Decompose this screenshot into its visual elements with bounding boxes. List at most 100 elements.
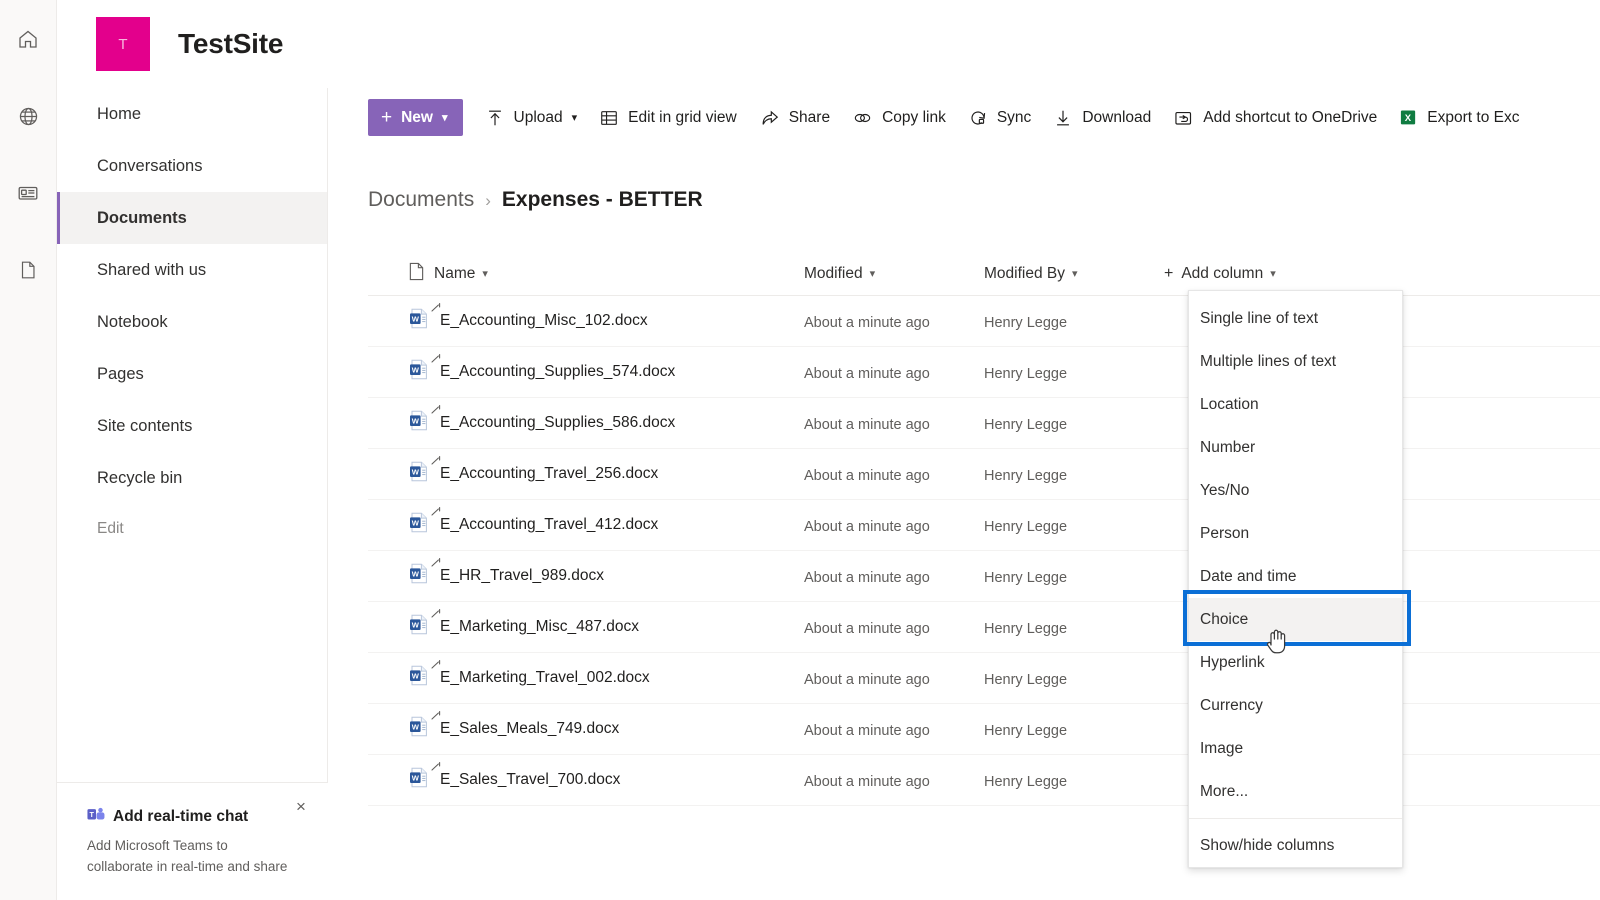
command-bar: + New ▾ Upload ▾ Edit in grid view Share Cop… — [328, 88, 1600, 148]
menu-item-yes-no[interactable]: Yes/No — [1189, 469, 1402, 512]
command-export-to-exc[interactable]: X Export to Exc — [1388, 98, 1530, 138]
excel-icon: X — [1399, 108, 1418, 127]
file-type-cell: W — [368, 511, 434, 539]
table-row[interactable]: W E_Accounting_Travel_412.docx About a min… — [368, 500, 1600, 551]
column-header-modified[interactable]: Modified ▾ — [804, 265, 984, 283]
nav-edit-link[interactable]: Edit — [57, 504, 327, 554]
rail-globe-button[interactable] — [4, 87, 52, 145]
app-rail — [0, 0, 57, 900]
link-icon — [852, 108, 873, 128]
promo-body: Add Microsoft Teams to collaborate in re… — [87, 838, 288, 874]
table-row[interactable]: W E_HR_Travel_989.docx About a minute ago H… — [368, 551, 1600, 602]
menu-item-hyperlink[interactable]: Hyperlink — [1189, 641, 1402, 684]
modified-cell: About a minute ago — [804, 620, 930, 637]
breadcrumb-parent[interactable]: Documents — [368, 188, 474, 212]
chevron-down-icon: ▾ — [869, 268, 876, 280]
table-row[interactable]: W E_Marketing_Misc_487.docx About a minute… — [368, 602, 1600, 653]
table-row[interactable]: W E_Accounting_Supplies_586.docx About a m… — [368, 398, 1600, 449]
column-header-modified-by-label: Modified By — [984, 264, 1065, 282]
sidebar-item-notebook[interactable]: Notebook — [57, 296, 327, 348]
menu-item-show-hide-columns[interactable]: Show/hide columns — [1189, 824, 1402, 867]
sidebar-item-shared-with-us[interactable]: Shared with us — [57, 244, 327, 296]
file-name-cell[interactable]: E_Sales_Travel_700.docx — [431, 762, 804, 789]
menu-item-date-and-time[interactable]: Date and time — [1189, 555, 1402, 598]
chevron-down-icon: ▾ — [482, 268, 488, 280]
command-share[interactable]: Share — [748, 98, 841, 138]
rail-home-button[interactable] — [4, 10, 52, 68]
menu-item-multiple-lines-of-text[interactable]: Multiple lines of text — [1189, 340, 1402, 383]
word-document-icon: W — [408, 511, 430, 539]
rail-news-button[interactable] — [4, 164, 52, 222]
table-row[interactable]: W E_Accounting_Supplies_574.docx About a m… — [368, 347, 1600, 398]
file-name-cell[interactable]: E_HR_Travel_989.docx — [431, 558, 804, 585]
menu-item-currency[interactable]: Currency — [1189, 684, 1402, 727]
document-icon — [17, 259, 39, 281]
add-column-button[interactable]: + Add column ▾ — [1164, 265, 1364, 283]
command-add-shortcut-to-onedrive[interactable]: Add shortcut to OneDrive — [1162, 98, 1388, 138]
sidebar-item-home[interactable]: Home — [57, 88, 327, 140]
sidebar-item-documents[interactable]: Documents — [57, 192, 327, 244]
add-column-menu: Single line of text Multiple lines of tex… — [1188, 290, 1403, 868]
column-header-name[interactable]: Name ▾ — [434, 265, 804, 283]
table-row[interactable]: W E_Accounting_Travel_256.docx About a min… — [368, 449, 1600, 500]
word-document-icon: W — [408, 460, 430, 488]
new-button[interactable]: + New ▾ — [368, 99, 463, 136]
command-upload[interactable]: Upload ▾ — [474, 98, 589, 138]
command-download[interactable]: Download — [1042, 98, 1162, 138]
svg-text:W: W — [412, 722, 420, 731]
command-copy-link[interactable]: Copy link — [841, 98, 957, 138]
menu-item-number[interactable]: Number — [1189, 426, 1402, 469]
word-document-icon: W — [408, 766, 430, 794]
files-table: Name ▾ Modified ▾ Modified By ▾ + Add co… — [368, 252, 1600, 806]
sidebar-item-label: Site contents — [97, 416, 193, 435]
file-type-cell: W — [368, 460, 434, 488]
close-icon[interactable]: × — [290, 796, 312, 818]
table-row[interactable]: W E_Accounting_Misc_102.docx About a minut… — [368, 296, 1600, 347]
command-sync[interactable]: Sync — [957, 98, 1042, 138]
add-column-label: Add column — [1181, 264, 1264, 282]
table-row[interactable]: W E_Sales_Meals_749.docx About a minute ag… — [368, 704, 1600, 755]
file-type-cell: W — [368, 562, 434, 590]
column-header-modified-label: Modified — [804, 264, 863, 282]
modified-by-cell: Henry Legge — [984, 518, 1068, 535]
table-row[interactable]: W E_Marketing_Travel_002.docx About a minu… — [368, 653, 1600, 704]
site-logo[interactable]: T — [96, 17, 150, 71]
column-header-modified-by[interactable]: Modified By ▾ — [984, 265, 1164, 283]
teams-chat-promo-card: × T Add real-time chat Add Microsoft Tea… — [57, 782, 328, 900]
menu-item-single-line-of-text[interactable]: Single line of text — [1189, 297, 1402, 340]
menu-item-person[interactable]: Person — [1189, 512, 1402, 555]
file-name-label: E_Accounting_Misc_102.docx — [440, 312, 648, 329]
rail-files-button[interactable] — [4, 241, 52, 299]
file-type-cell: W — [368, 613, 434, 641]
file-type-cell: W — [368, 307, 434, 335]
sidebar-item-label: Documents — [97, 208, 187, 227]
sidebar-item-conversations[interactable]: Conversations — [57, 140, 327, 192]
svg-text:W: W — [412, 518, 420, 527]
command-label: Edit in grid view — [628, 108, 737, 126]
sidebar-item-pages[interactable]: Pages — [57, 348, 327, 400]
menu-item-location[interactable]: Location — [1189, 383, 1402, 426]
sidebar-item-recycle-bin[interactable]: Recycle bin — [57, 452, 327, 504]
file-name-cell[interactable]: E_Accounting_Travel_256.docx — [431, 456, 804, 483]
file-name-cell[interactable]: E_Sales_Meals_749.docx — [431, 711, 804, 738]
file-name-cell[interactable]: E_Accounting_Supplies_574.docx — [431, 354, 804, 381]
svg-text:X: X — [1405, 113, 1412, 124]
file-name-label: E_Sales_Travel_700.docx — [440, 771, 621, 788]
menu-item-more[interactable]: More... — [1189, 770, 1402, 813]
file-name-label: E_Accounting_Travel_256.docx — [440, 465, 659, 482]
menu-item-image[interactable]: Image — [1189, 727, 1402, 770]
file-name-cell[interactable]: E_Marketing_Misc_487.docx — [431, 609, 804, 636]
modified-cell: About a minute ago — [804, 773, 930, 790]
file-name-cell[interactable]: E_Accounting_Travel_412.docx — [431, 507, 804, 534]
column-header-filetype[interactable] — [368, 262, 434, 286]
sidebar-item-site-contents[interactable]: Site contents — [57, 400, 327, 452]
menu-item-choice[interactable]: Choice — [1189, 598, 1402, 641]
command-label: Add shortcut to OneDrive — [1203, 108, 1378, 126]
file-name-cell[interactable]: E_Accounting_Misc_102.docx — [431, 303, 804, 330]
file-name-cell[interactable]: E_Marketing_Travel_002.docx — [431, 660, 804, 687]
svg-text:W: W — [412, 773, 420, 782]
sharepoint-document-library: T TestSite Home Conversations Documents Sha… — [0, 0, 1600, 900]
command-edit-in-grid-view[interactable]: Edit in grid view — [588, 98, 748, 138]
file-name-cell[interactable]: E_Accounting_Supplies_586.docx — [431, 405, 804, 432]
table-row[interactable]: W E_Sales_Travel_700.docx About a minute a… — [368, 755, 1600, 806]
